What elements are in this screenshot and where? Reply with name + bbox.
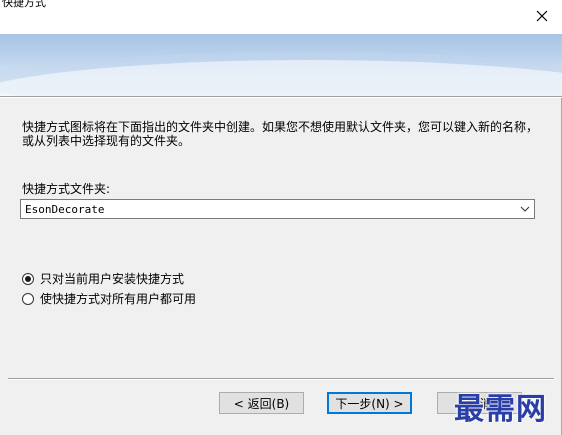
radio-dot: [25, 275, 31, 282]
watermark-logo: 最需网: [454, 392, 547, 427]
header-banner: [0, 34, 562, 96]
radio-current-user[interactable]: 只对当前用户安装快捷方式: [22, 270, 184, 287]
setup-dialog: 快捷方式 快捷方式图标将在下面指出的文件夹中创建。如果您不想使用默认文件夹，您可…: [0, 0, 562, 435]
close-button[interactable]: [528, 4, 556, 28]
folder-combobox[interactable]: EsonDecorate: [20, 199, 535, 219]
back-button[interactable]: < 返回(B): [219, 392, 304, 414]
footer-divider: [8, 379, 554, 380]
dropdown-button[interactable]: [516, 200, 534, 218]
close-icon: [536, 10, 548, 22]
chevron-down-icon: [520, 206, 530, 212]
radio-label-all-users: 使快捷方式对所有用户都可用: [40, 292, 197, 306]
next-button[interactable]: 下一步(N) >: [327, 392, 412, 414]
folder-combobox-value[interactable]: EsonDecorate: [21, 203, 516, 216]
radio-all-users[interactable]: 使快捷方式对所有用户都可用: [22, 290, 196, 307]
radio-button[interactable]: [22, 292, 34, 305]
radio-label-current-user: 只对当前用户安装快捷方式: [40, 272, 185, 286]
divider: [0, 97, 562, 98]
window-title: 快捷方式: [2, 0, 46, 9]
instruction-text: 快捷方式图标将在下面指出的文件夹中创建。如果您不想使用默认文件夹，您可以键入新的…: [22, 120, 539, 148]
folder-field-label: 快捷方式文件夹:: [22, 182, 111, 196]
radio-button-selected[interactable]: [22, 272, 34, 285]
title-bar: 快捷方式: [0, 0, 562, 34]
